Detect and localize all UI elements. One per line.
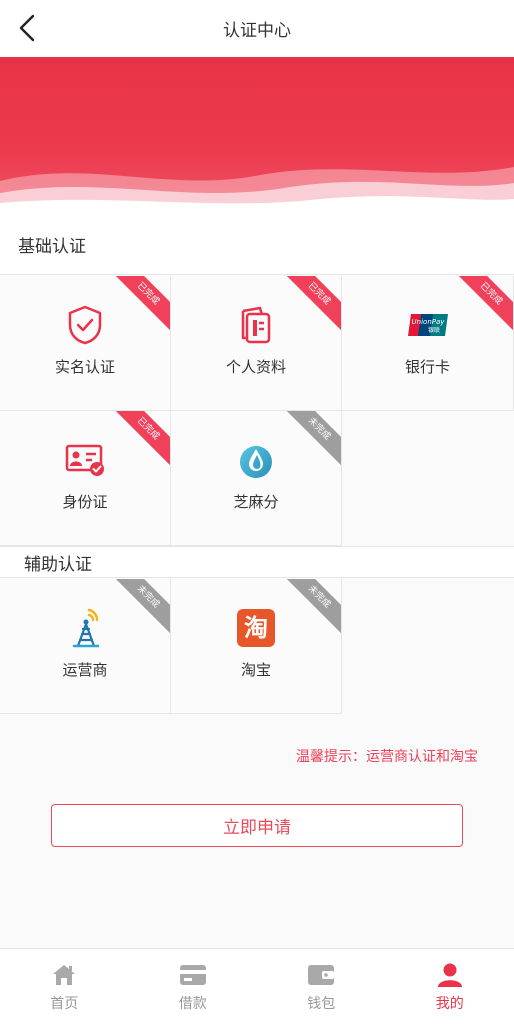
tab-label: 首页 bbox=[50, 995, 79, 1012]
signal-tower-icon bbox=[72, 608, 100, 648]
tab-wallet[interactable]: 钱包 bbox=[257, 949, 386, 1024]
carrier-cert-item[interactable]: 未完成 运营商 bbox=[0, 579, 171, 714]
tab-label: 钱包 bbox=[307, 995, 336, 1012]
id-card-icon bbox=[65, 444, 104, 476]
sesame-drop-icon bbox=[240, 446, 272, 478]
page-title: 认证中心 bbox=[223, 20, 291, 41]
document-icon bbox=[241, 306, 271, 344]
chevron-left-icon bbox=[19, 14, 35, 42]
taobao-icon: 淘 bbox=[237, 609, 275, 647]
cell-label: 芝麻分 bbox=[233, 493, 279, 511]
bottom-tab-bar: 首页 借款 钱包 我的 bbox=[0, 948, 514, 1024]
cell-label: 银行卡 bbox=[404, 358, 450, 376]
user-icon bbox=[437, 963, 462, 987]
tab-mine[interactable]: 我的 bbox=[386, 949, 514, 1024]
tab-label: 我的 bbox=[435, 995, 464, 1012]
personal-info-item[interactable]: 已完成 个人资料 bbox=[171, 276, 342, 411]
cell-label: 个人资料 bbox=[225, 358, 286, 376]
id-card-item[interactable]: 已完成 身份证 bbox=[0, 411, 171, 546]
svg-text:UnionPay: UnionPay bbox=[411, 318, 445, 326]
warm-tip-text: 温馨提示：运营商认证和淘宝 bbox=[296, 749, 478, 765]
apply-now-button[interactable]: 立即申请 bbox=[51, 804, 463, 847]
tab-home[interactable]: 首页 bbox=[0, 949, 129, 1024]
aux-section-title: 辅助认证 bbox=[24, 555, 92, 575]
basic-section-title: 基础认证 bbox=[18, 237, 86, 257]
tab-loan[interactable]: 借款 bbox=[129, 949, 258, 1024]
cell-label: 实名认证 bbox=[54, 358, 115, 376]
real-name-cert-item[interactable]: 已完成 实名认证 bbox=[0, 276, 171, 411]
taobao-cert-item[interactable]: 未完成 淘 淘宝 bbox=[171, 579, 342, 714]
sesame-credit-item[interactable]: 未完成 芝麻分 bbox=[171, 411, 342, 546]
cell-label: 身份证 bbox=[62, 493, 108, 511]
aux-section-header: 辅助认证 bbox=[0, 546, 514, 578]
top-navbar: 认证中心 bbox=[0, 0, 514, 56]
wallet-icon bbox=[308, 964, 335, 985]
tab-label: 借款 bbox=[178, 995, 207, 1012]
card-icon bbox=[179, 964, 206, 985]
svg-text:银联: 银联 bbox=[427, 326, 439, 334]
wave-decoration bbox=[0, 167, 514, 213]
cell-label: 淘宝 bbox=[240, 661, 271, 679]
shield-check-icon bbox=[68, 305, 102, 345]
basic-section-header: 基础认证 bbox=[0, 213, 514, 275]
unionpay-icon: UnionPay 银联 bbox=[407, 314, 448, 336]
bank-card-item[interactable]: 已完成 UnionPay 银联 银行卡 bbox=[342, 276, 514, 411]
cell-label: 运营商 bbox=[62, 661, 108, 679]
taobao-icon-text: 淘 bbox=[244, 614, 268, 642]
back-button[interactable] bbox=[12, 10, 42, 46]
header-banner bbox=[0, 57, 514, 213]
home-icon bbox=[53, 964, 76, 985]
